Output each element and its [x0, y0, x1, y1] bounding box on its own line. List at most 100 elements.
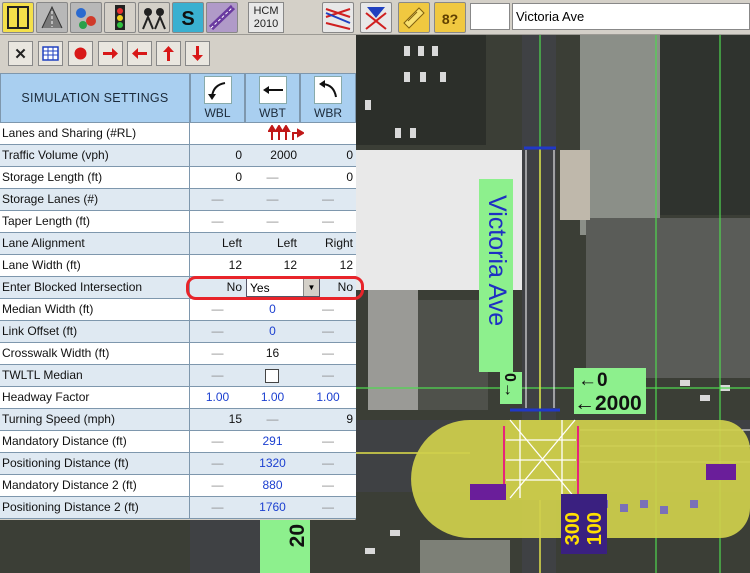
value-cell-wbl[interactable]: 0 [190, 145, 245, 167]
value-cell-wbr[interactable]: — [300, 189, 356, 211]
value-cell-wbt[interactable]: 291 [245, 431, 300, 453]
value-cell-wbl[interactable]: — [190, 453, 245, 475]
value-cell-wbl[interactable]: — [190, 189, 245, 211]
value-cell-wbr[interactable]: — [300, 453, 356, 475]
twltl-median-checkbox[interactable] [265, 369, 279, 383]
street-name-field[interactable]: Victoria Ave [512, 3, 750, 30]
row-label: Enter Blocked Intersection [0, 277, 190, 299]
value-cell-wbr[interactable]: 0 [300, 145, 356, 167]
value-cell-wbl[interactable]: Left [190, 233, 245, 255]
value-cell-wbt[interactable]: — [245, 211, 300, 233]
chevron-down-icon[interactable]: ▼ [303, 279, 319, 296]
main-toolbar: S HCM 2010 8? Victoria Ave [0, 0, 750, 35]
lane-arrows-icon[interactable] [268, 125, 304, 141]
close-icon[interactable]: ✕ [8, 41, 33, 66]
report-icon[interactable] [322, 2, 354, 33]
step-left-icon[interactable] [127, 41, 152, 66]
value-cell-wbr[interactable]: 1.00 [300, 387, 356, 409]
animation-icon[interactable] [360, 2, 392, 33]
settings-row: Storage Length (ft) 0—0 [0, 167, 356, 189]
value-cell-wbl[interactable]: — [190, 497, 245, 519]
panel-toolbar: ✕ [0, 35, 356, 73]
row-label: Positioning Distance 2 (ft) [0, 497, 190, 519]
settings-row: Lanes and Sharing (#RL) [0, 123, 356, 145]
value-cell-wbl[interactable]: No [190, 277, 245, 299]
row-label: Taper Length (ft) [0, 211, 190, 233]
value-cell-wbt[interactable]: 1.00 [245, 387, 300, 409]
volume-settings-icon[interactable] [70, 2, 102, 33]
value-cell-wbr[interactable]: — [300, 365, 356, 387]
enter-blocked-dropdown[interactable]: Yes ▼ [246, 278, 320, 297]
value-cell-wbt[interactable]: 880 [245, 475, 300, 497]
detector-settings-icon[interactable] [206, 2, 238, 33]
phasing-settings-icon[interactable] [138, 2, 170, 33]
map-info-icon[interactable] [398, 2, 430, 33]
value-cell-wbl[interactable]: — [190, 299, 245, 321]
value-cell-wbr[interactable]: — [300, 475, 356, 497]
timing-settings-icon[interactable] [104, 2, 136, 33]
up-arrow-icon[interactable] [156, 41, 181, 66]
value-cell-wbr[interactable]: 9 [300, 409, 356, 431]
value-cell-wbr[interactable]: — [300, 211, 356, 233]
value-cell-wbt[interactable]: — [245, 409, 300, 431]
record-icon[interactable] [68, 41, 93, 66]
down-arrow-icon[interactable] [185, 41, 210, 66]
value-cell-wbl[interactable]: — [190, 321, 245, 343]
value-cell-wbl[interactable]: 1.00 [190, 387, 245, 409]
row-label: Storage Lanes (#) [0, 189, 190, 211]
hcm-2010-button[interactable]: HCM 2010 [248, 2, 284, 33]
value-cell-wbl[interactable]: 0 [190, 167, 245, 189]
settings-row: Positioning Distance (ft) —1320— [0, 453, 356, 475]
value-cell-wbt[interactable]: 16 [245, 343, 300, 365]
dropdown-value: Yes [250, 281, 270, 295]
value-cell-wbt[interactable]: — [245, 189, 300, 211]
value-cell-wbt[interactable]: — [245, 167, 300, 189]
value-cell-wbl[interactable] [190, 123, 245, 145]
row-label: Mandatory Distance 2 (ft) [0, 475, 190, 497]
value-cell-wbr[interactable]: Right [300, 233, 356, 255]
northbound-volume-label: 100 [584, 512, 606, 546]
value-cell-wbr[interactable]: 0 [300, 167, 356, 189]
value-cell-wbt[interactable]: 2000 [245, 145, 300, 167]
value-cell-wbr[interactable]: — [300, 321, 356, 343]
value-cell-wbl[interactable]: — [190, 365, 245, 387]
node-search-input[interactable] [470, 3, 510, 30]
value-cell-wbt[interactable]: 1760 [245, 497, 300, 519]
value-cell-wbl[interactable]: — [190, 211, 245, 233]
value-cell-wbr[interactable]: — [300, 299, 356, 321]
value-cell-wbr[interactable]: — [300, 431, 356, 453]
value-cell-wbt[interactable]: 12 [245, 255, 300, 277]
settings-row: Turning Speed (mph) 15—9 [0, 409, 356, 431]
left-turn-arrow-icon [204, 76, 232, 104]
value-cell-wbl[interactable]: — [190, 343, 245, 365]
value-cell-wbr[interactable]: — [300, 497, 356, 519]
row-label: Headway Factor [0, 387, 190, 409]
value-cell-wbt[interactable]: Left [245, 233, 300, 255]
settings-row: TWLTL Median — — [0, 365, 356, 387]
simulation-settings-icon[interactable]: S [172, 2, 204, 33]
value-cell-wbl[interactable]: 15 [190, 409, 245, 431]
value-cell-wbt[interactable]: 0 [245, 321, 300, 343]
node-settings-icon[interactable] [2, 2, 34, 33]
value-cell-wbl[interactable]: — [190, 431, 245, 453]
settings-row: Traffic Volume (vph) 0 2000 0 [0, 145, 356, 167]
lane-settings-icon[interactable] [36, 2, 68, 33]
value-cell-wbr[interactable] [300, 123, 356, 145]
movement-label: WBL [204, 106, 231, 120]
value-cell-wbt[interactable]: 1320 [245, 453, 300, 475]
value-cell-wbr[interactable]: — [300, 343, 356, 365]
movement-header-wbr: WBR [300, 73, 356, 123]
row-label: Link Offset (ft) [0, 321, 190, 343]
value-cell-wbr[interactable]: 12 [300, 255, 356, 277]
settings-row: Headway Factor 1.00 1.00 1.00 [0, 387, 356, 409]
simulation-settings-panel: ✕ SIMULATION SETTINGS WBL WBT WBR Lanes … [0, 35, 356, 520]
table-icon[interactable] [38, 41, 63, 66]
step-right-icon[interactable] [98, 41, 123, 66]
help-icon[interactable]: 8? [434, 2, 466, 33]
value-cell-wbt[interactable]: 0 [245, 299, 300, 321]
settings-row: Mandatory Distance (ft) —291— [0, 431, 356, 453]
settings-row: Lane Alignment Left Left Right [0, 233, 356, 255]
value-cell-wbl[interactable]: 12 [190, 255, 245, 277]
svg-text:8?: 8? [442, 11, 458, 27]
value-cell-wbl[interactable]: — [190, 475, 245, 497]
